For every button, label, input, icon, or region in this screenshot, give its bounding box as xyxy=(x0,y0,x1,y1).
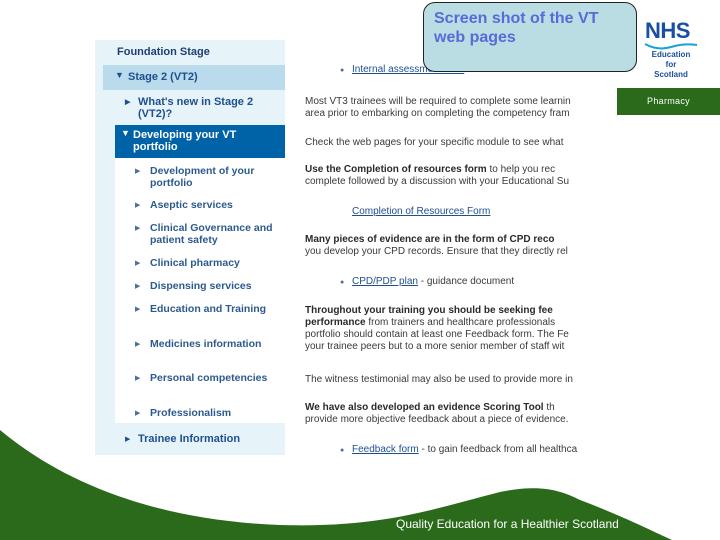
footer-tagline: Quality Education for a Healthier Scotla… xyxy=(396,517,619,531)
bullet-icon: ● xyxy=(340,279,345,286)
paragraph-vt3-learning: Most VT3 trainees will be required to co… xyxy=(305,96,571,119)
arrow-right-icon: ▶ xyxy=(135,260,141,267)
arrow-right-icon: ▶ xyxy=(135,225,141,232)
main-content: ● Internal assessment form Most VT3 trai… xyxy=(305,40,620,460)
callout-box: Screen shot of the VT web pages xyxy=(423,2,637,72)
paragraph-completion-resources: Use the Completion of resources form to … xyxy=(305,164,570,187)
arrow-right-icon: ▶ xyxy=(135,202,141,209)
feedback-form-link[interactable]: Feedback form xyxy=(352,444,419,455)
website-screenshot: Foundation Stage ▼ Stage 2 (VT2) ▶ What'… xyxy=(95,40,620,460)
pharmacy-badge: Pharmacy xyxy=(617,88,720,115)
paragraph-witness-testimonial: The witness testimonial may also be used… xyxy=(305,374,573,385)
bullet-icon: ● xyxy=(340,447,345,454)
bullet-icon: ● xyxy=(340,67,345,74)
paragraph-scoring-tool: We have also developed an evidence Scori… xyxy=(305,402,569,425)
arrow-right-icon: ▶ xyxy=(125,436,131,443)
arrow-right-icon: ▶ xyxy=(135,306,141,313)
arrow-right-icon: ▶ xyxy=(135,341,141,348)
cpd-plan-item: CPD/PDP plan - guidance document xyxy=(352,276,515,287)
nhs-logo: NHS Education for Scotland xyxy=(641,18,701,80)
arrow-right-icon: ▶ xyxy=(135,283,141,290)
paragraph-check-web-pages: Check the web pages for your specific mo… xyxy=(305,137,564,148)
sidebar-nav: Foundation Stage ▼ Stage 2 (VT2) ▶ What'… xyxy=(95,40,285,455)
arrow-right-icon: ▶ xyxy=(135,168,141,175)
arrow-right-icon: ▶ xyxy=(125,99,131,106)
expand-icon: ▼ xyxy=(121,128,130,138)
paragraph-cpd-records: Many pieces of evidence are in the form … xyxy=(305,234,568,257)
cpd-pdp-plan-link[interactable]: CPD/PDP plan xyxy=(352,276,418,287)
logo-wave-icon xyxy=(644,43,698,50)
completion-resources-form-link[interactable]: Completion of Resources Form xyxy=(352,206,490,217)
sidebar-sublist: ▶ Development of your portfolio ▶ Asepti… xyxy=(115,158,285,423)
arrow-right-icon: ▶ xyxy=(135,410,141,417)
paragraph-seeking-feedback: Throughout your training you should be s… xyxy=(305,305,569,352)
sidebar-item-developing-portfolio[interactable]: ▼ Developing your VT portfolio xyxy=(115,125,285,158)
collapse-icon: ▼ xyxy=(115,70,124,80)
logo-subtitle: Education for Scotland xyxy=(651,50,691,79)
feedback-form-item: Feedback form - to gain feedback from al… xyxy=(352,444,578,455)
sidebar-item-foundation[interactable]: Foundation Stage xyxy=(95,40,285,58)
arrow-right-icon: ▶ xyxy=(135,375,141,382)
sidebar-item-stage-2[interactable]: ▼ Stage 2 (VT2) xyxy=(103,65,285,90)
